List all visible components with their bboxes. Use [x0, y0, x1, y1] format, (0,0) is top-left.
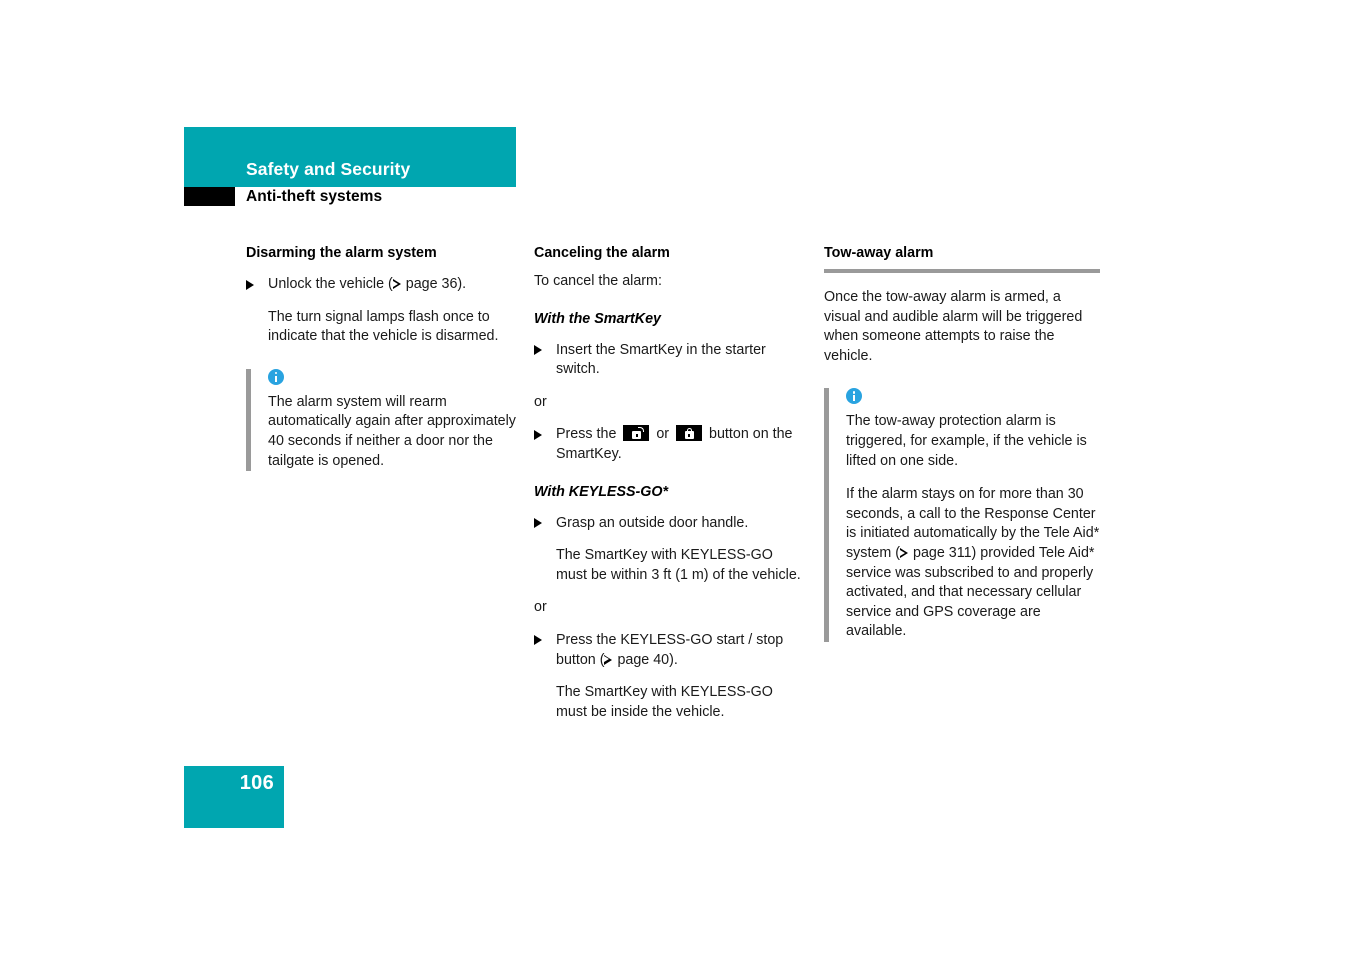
info-note-right: The tow-away protection alarm is trigger…: [824, 388, 1100, 642]
info-note-right-para-1: The tow-away protection alarm is trigger…: [846, 413, 1087, 469]
page-number: 106: [239, 772, 274, 794]
page-number-box: 106: [184, 766, 284, 828]
step-press-button-mid: or: [652, 426, 674, 443]
step-grasp-door-handle-text: Grasp an outside door handle.: [556, 514, 749, 531]
section-marker-tab: [184, 187, 235, 206]
right-section-heading: Tow-away alarm: [824, 245, 934, 261]
step-grasp-door-handle: Grasp an outside door handle.: [534, 514, 806, 534]
step-grasp-door-handle-result: The SmartKey with KEYLESS-GO must be wit…: [556, 547, 801, 583]
step-press-start-stop-result: The SmartKey with KEYLESS-GO must be ins…: [556, 684, 773, 720]
step-insert-smartkey-text: Insert the SmartKey in the starter switc…: [556, 341, 766, 378]
or-separator-1: or: [534, 393, 547, 410]
middle-section-heading: Canceling the alarm: [534, 245, 670, 261]
step-unlock-vehicle-result: The turn signal lamps flash once to indi…: [268, 308, 499, 345]
cross-reference-triangle-icon: [900, 547, 909, 558]
step-bullet-triangle-icon: [534, 345, 542, 356]
info-note-left-text: The alarm system will rearm automaticall…: [268, 393, 516, 469]
lock-button-icon: [676, 425, 703, 442]
note-side-bar: [824, 388, 829, 642]
subheading-with-smartkey: With the SmartKey: [534, 310, 661, 327]
step-press-start-stop-button: Press the KEYLESS-GO start / stop button…: [534, 631, 806, 670]
step-press-start-stop-ref: page 40).: [613, 651, 678, 668]
chapter-title: Safety and Security: [246, 159, 411, 179]
info-note-right-para-2: If the alarm stays on for more than 30 s…: [846, 485, 1100, 642]
step-bullet-triangle-icon: [534, 635, 542, 646]
cancel-alarm-intro: To cancel the alarm:: [534, 273, 662, 289]
subheading-with-keyless-go: With KEYLESS-GO*: [534, 483, 669, 500]
chapter-header-band: Safety and Security: [184, 127, 516, 187]
cross-reference-triangle-icon: [604, 654, 613, 665]
info-note-left: The alarm system will rearm automaticall…: [246, 368, 518, 472]
cross-reference-triangle-icon: [392, 279, 402, 289]
step-insert-smartkey: Insert the SmartKey in the starter switc…: [534, 341, 806, 380]
step-press-button-pre: Press the: [556, 426, 621, 443]
step-unlock-vehicle: Unlock the vehicle ( page 36).: [246, 275, 518, 295]
info-icon: [268, 368, 284, 385]
info-icon: [846, 388, 862, 405]
step-bullet-triangle-icon: [246, 279, 254, 290]
content-column-left: Disarming the alarm system Unlock the ve…: [246, 244, 518, 472]
step-unlock-vehicle-ref: page 36).: [401, 276, 467, 292]
step-press-smartkey-button: Press the or button on the SmartKey.: [534, 425, 806, 464]
note-side-bar: [246, 368, 251, 472]
tow-away-intro: Once the tow-away alarm is armed, a visu…: [824, 289, 1083, 364]
step-bullet-triangle-icon: [534, 518, 542, 529]
step-bullet-triangle-icon: [534, 429, 542, 440]
section-title: Anti-theft systems: [246, 188, 383, 205]
content-column-middle: Canceling the alarm To cancel the alarm:…: [534, 244, 806, 722]
heading-rule: [824, 269, 1100, 273]
or-separator-2: or: [534, 599, 547, 616]
left-section-heading: Disarming the alarm system: [246, 245, 437, 261]
content-column-right: Tow-away alarm Once the tow-away alarm i…: [824, 244, 1100, 642]
unlock-button-icon: [623, 425, 650, 442]
step-unlock-vehicle-text: Unlock the vehicle (: [268, 276, 393, 292]
